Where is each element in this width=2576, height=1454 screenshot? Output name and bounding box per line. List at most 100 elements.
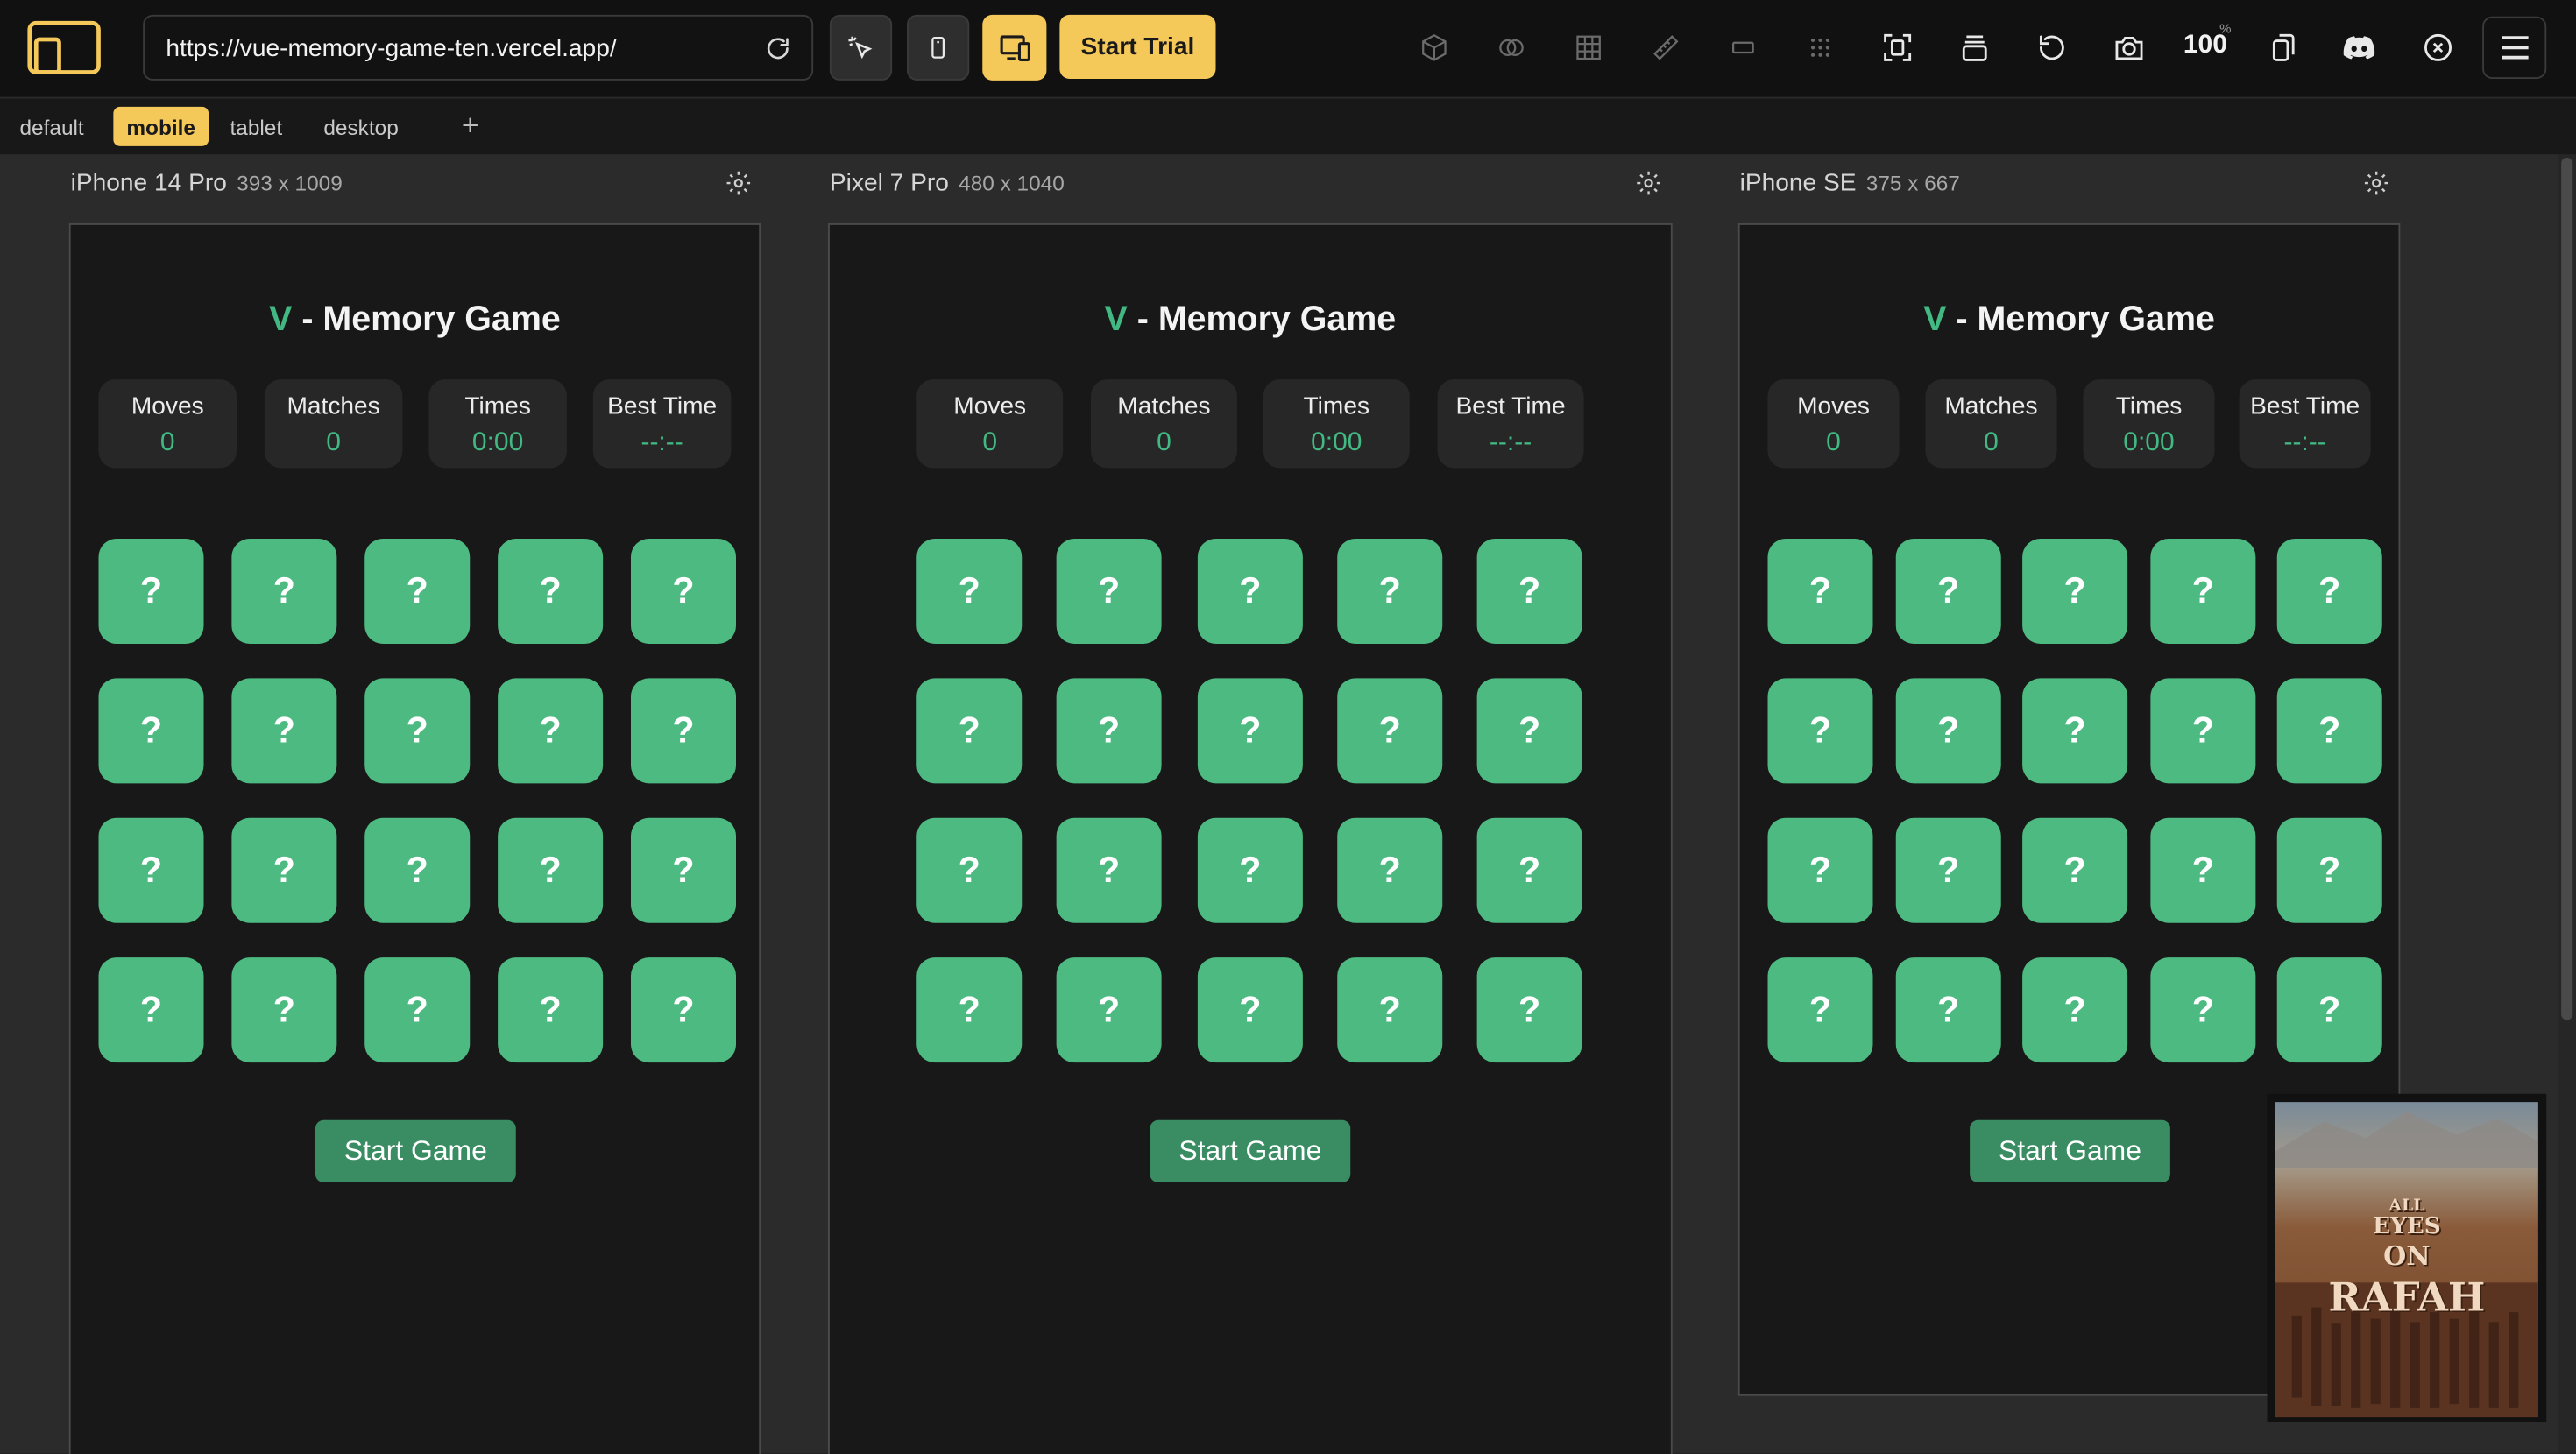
start-game-button[interactable]: Start Game bbox=[1150, 1119, 1351, 1182]
add-tab-button[interactable]: + bbox=[462, 109, 479, 143]
poster-line: ON bbox=[2383, 1239, 2431, 1272]
inspect-cursor-button[interactable] bbox=[829, 14, 893, 81]
start-trial-button[interactable]: Start Trial bbox=[1059, 14, 1216, 79]
memory-card[interactable]: ? bbox=[1197, 539, 1303, 644]
memory-card[interactable]: ? bbox=[1895, 539, 2001, 644]
memory-card[interactable]: ? bbox=[498, 678, 604, 784]
device-settings-gear-icon[interactable] bbox=[725, 169, 753, 197]
memory-card[interactable]: ? bbox=[2022, 957, 2128, 1063]
memory-card[interactable]: ? bbox=[1767, 957, 1873, 1063]
ruler-icon[interactable] bbox=[1650, 32, 1683, 65]
screenshot-frame-icon[interactable] bbox=[1881, 32, 1914, 65]
memory-card[interactable]: ? bbox=[1056, 539, 1162, 644]
memory-card[interactable]: ? bbox=[1476, 817, 1582, 923]
memory-card[interactable]: ? bbox=[631, 957, 736, 1063]
memory-card[interactable]: ? bbox=[1895, 678, 2001, 784]
memory-card[interactable]: ? bbox=[231, 957, 337, 1063]
memory-card[interactable]: ? bbox=[2022, 539, 2128, 644]
memory-card[interactable]: ? bbox=[1056, 678, 1162, 784]
memory-card[interactable]: ? bbox=[1767, 678, 1873, 784]
overlap-circles-icon[interactable] bbox=[1495, 32, 1528, 65]
tab-default[interactable]: default bbox=[7, 107, 97, 146]
device-settings-gear-icon[interactable] bbox=[2362, 169, 2390, 197]
memory-card[interactable]: ? bbox=[631, 817, 736, 923]
scrollbar-thumb[interactable] bbox=[2561, 158, 2573, 1020]
tab-mobile[interactable]: mobile bbox=[113, 106, 209, 146]
memory-card[interactable]: ? bbox=[98, 957, 204, 1063]
memory-card[interactable]: ? bbox=[916, 957, 1023, 1063]
memory-card[interactable]: ? bbox=[231, 539, 337, 644]
memory-card[interactable]: ? bbox=[1895, 957, 2001, 1063]
zoom-level[interactable]: 100% bbox=[2183, 21, 2232, 61]
memory-card[interactable]: ? bbox=[1476, 539, 1582, 644]
memory-card[interactable]: ? bbox=[916, 678, 1023, 784]
vertical-scrollbar[interactable] bbox=[2558, 154, 2576, 1454]
memory-card[interactable]: ? bbox=[1476, 957, 1582, 1063]
memory-card[interactable]: ? bbox=[2150, 817, 2256, 923]
memory-card[interactable]: ? bbox=[2276, 539, 2382, 644]
memory-card[interactable]: ? bbox=[2150, 539, 2256, 644]
memory-card[interactable]: ? bbox=[631, 539, 736, 644]
memory-card[interactable]: ? bbox=[1476, 678, 1582, 784]
camera-icon[interactable] bbox=[2112, 32, 2146, 65]
memory-card[interactable]: ? bbox=[1056, 817, 1162, 923]
poster-line: ALL bbox=[2388, 1196, 2425, 1216]
memory-card[interactable]: ? bbox=[2276, 957, 2382, 1063]
app-logo-icon[interactable] bbox=[26, 20, 102, 76]
memory-card[interactable]: ? bbox=[1767, 817, 1873, 923]
memory-card[interactable]: ? bbox=[1337, 678, 1443, 784]
memory-card[interactable]: ? bbox=[1056, 957, 1162, 1063]
memory-card[interactable]: ? bbox=[631, 678, 736, 784]
discord-icon[interactable] bbox=[2343, 32, 2376, 65]
memory-card[interactable]: ? bbox=[1197, 678, 1303, 784]
memory-card[interactable]: ? bbox=[1337, 817, 1443, 923]
tab-desktop[interactable]: desktop bbox=[310, 107, 411, 146]
app-root: https://vue-memory-game-ten.vercel.app/ … bbox=[0, 0, 2576, 1454]
cube-icon[interactable] bbox=[1418, 32, 1451, 65]
memory-card[interactable]: ? bbox=[916, 539, 1023, 644]
close-circle-icon[interactable] bbox=[2422, 32, 2455, 65]
memory-card[interactable]: ? bbox=[98, 817, 204, 923]
memory-card[interactable]: ? bbox=[98, 539, 204, 644]
memory-card[interactable]: ? bbox=[1767, 539, 1873, 644]
memory-card[interactable]: ? bbox=[2022, 817, 2128, 923]
memory-card[interactable]: ? bbox=[2150, 678, 2256, 784]
reload-icon[interactable] bbox=[764, 34, 792, 62]
start-game-button[interactable]: Start Game bbox=[1970, 1119, 2170, 1182]
memory-card[interactable]: ? bbox=[2276, 817, 2382, 923]
rotate-icon[interactable] bbox=[2035, 32, 2069, 65]
layers-icon[interactable] bbox=[1958, 32, 1992, 65]
memory-card[interactable]: ? bbox=[364, 678, 471, 784]
memory-card[interactable]: ? bbox=[364, 957, 471, 1063]
dots-grid-icon[interactable] bbox=[1804, 32, 1837, 65]
memory-card[interactable]: ? bbox=[231, 678, 337, 784]
memory-card[interactable]: ? bbox=[1337, 957, 1443, 1063]
memory-card[interactable]: ? bbox=[1895, 817, 2001, 923]
memory-card[interactable]: ? bbox=[2276, 678, 2382, 784]
memory-card[interactable]: ? bbox=[498, 957, 604, 1063]
url-text[interactable]: https://vue-memory-game-ten.vercel.app/ bbox=[166, 34, 616, 62]
stat-value: 0:00 bbox=[471, 428, 524, 457]
copy-device-icon[interactable] bbox=[2268, 32, 2301, 65]
grid-icon[interactable] bbox=[1572, 32, 1605, 65]
memory-card[interactable]: ? bbox=[231, 817, 337, 923]
rectangle-icon[interactable] bbox=[1727, 32, 1760, 65]
memory-card[interactable]: ? bbox=[498, 539, 604, 644]
memory-card[interactable]: ? bbox=[2022, 678, 2128, 784]
memory-card[interactable]: ? bbox=[1337, 539, 1443, 644]
responsive-mode-button[interactable] bbox=[982, 14, 1047, 81]
memory-card[interactable]: ? bbox=[2150, 957, 2256, 1063]
memory-card[interactable]: ? bbox=[98, 678, 204, 784]
memory-card[interactable]: ? bbox=[1197, 817, 1303, 923]
url-bar[interactable]: https://vue-memory-game-ten.vercel.app/ bbox=[143, 14, 814, 81]
device-settings-gear-icon[interactable] bbox=[1635, 169, 1663, 197]
memory-card[interactable]: ? bbox=[498, 817, 604, 923]
memory-card[interactable]: ? bbox=[916, 817, 1023, 923]
start-game-button[interactable]: Start Game bbox=[315, 1119, 516, 1182]
memory-card[interactable]: ? bbox=[364, 539, 471, 644]
memory-card[interactable]: ? bbox=[364, 817, 471, 923]
tab-tablet[interactable]: tablet bbox=[217, 107, 296, 146]
menu-button[interactable] bbox=[2482, 16, 2547, 79]
memory-card[interactable]: ? bbox=[1197, 957, 1303, 1063]
device-mode-button[interactable] bbox=[907, 14, 970, 81]
